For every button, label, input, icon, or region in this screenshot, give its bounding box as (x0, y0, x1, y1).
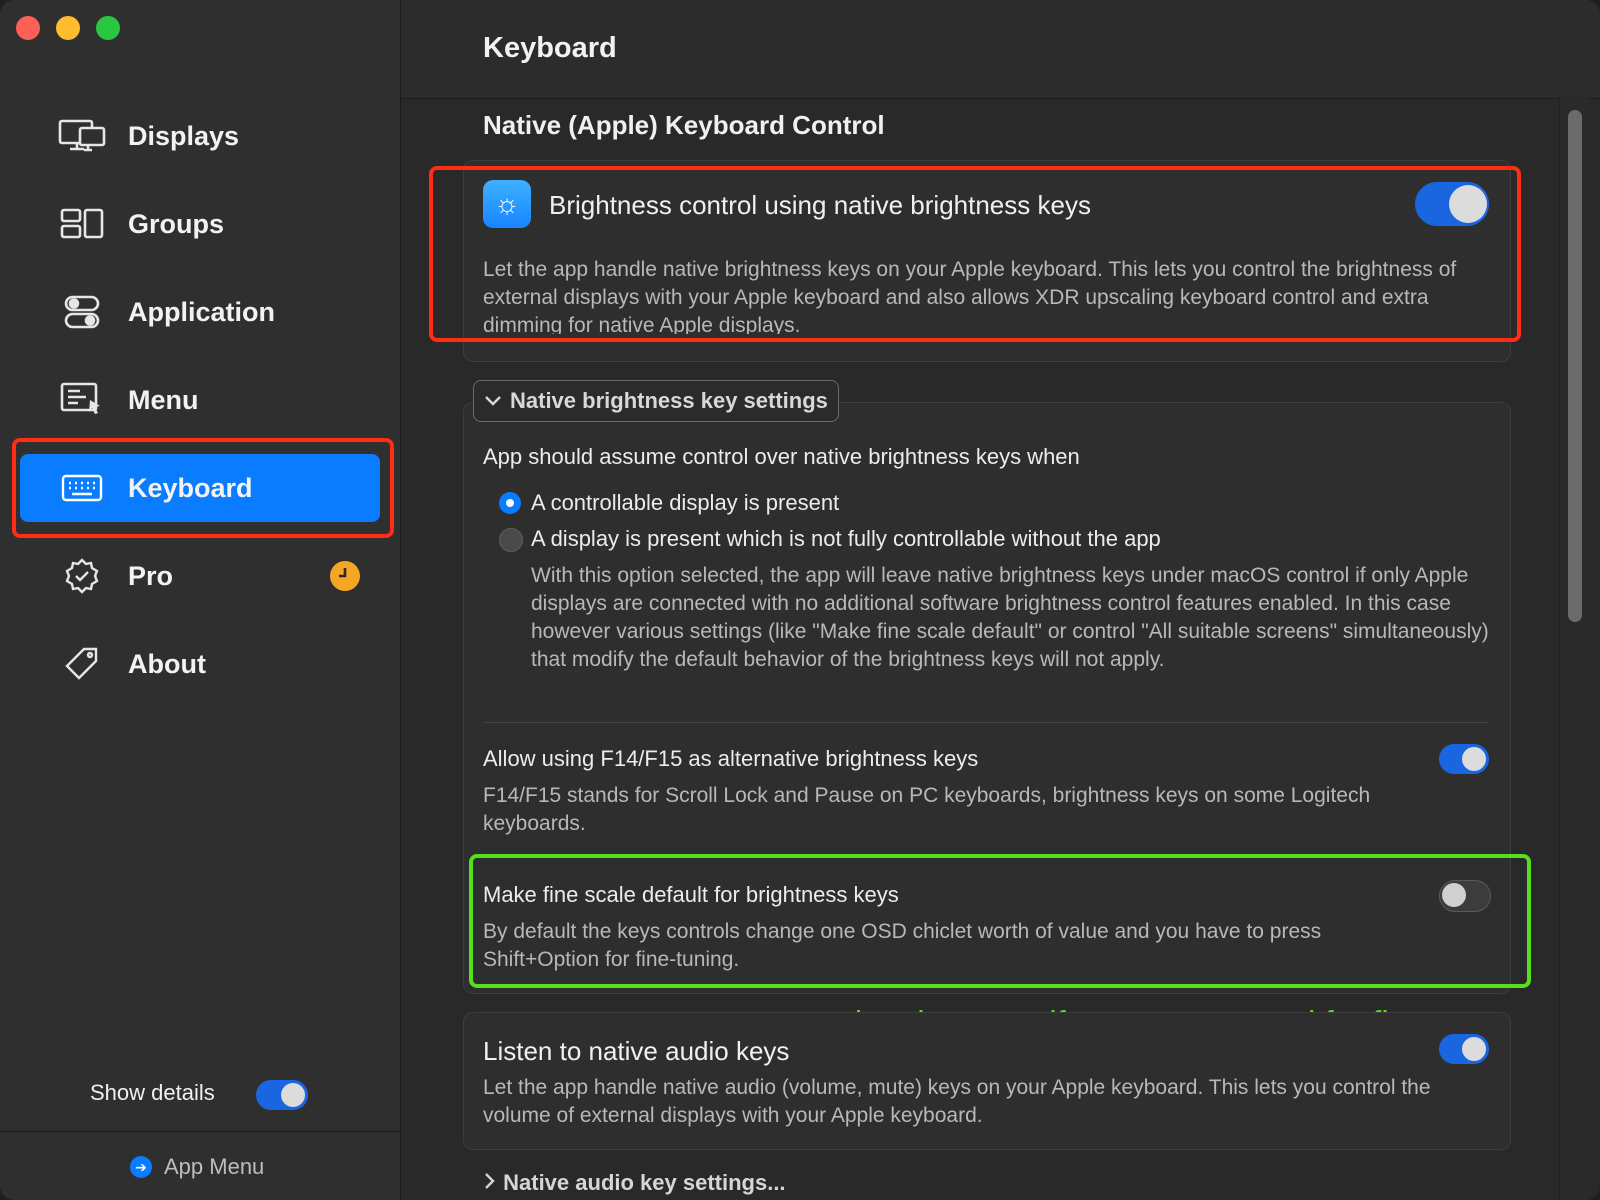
zoom-window-button[interactable] (96, 16, 120, 40)
sidebar: Displays Groups Application Menu Keyboar (0, 0, 401, 1200)
scrollbar[interactable] (1568, 110, 1582, 622)
sidebar-footer: ➔ App Menu (0, 1131, 400, 1200)
option-note: With this option selected, the app will … (531, 564, 1489, 671)
sidebar-item-label: Displays (128, 120, 240, 151)
chevron-right-icon (483, 1170, 503, 1195)
audio-toggle[interactable] (1439, 1034, 1489, 1064)
assume-control-label: App should assume control over native br… (483, 444, 1080, 469)
brightness-settings-disclosure[interactable]: Native brightness key settings (473, 380, 839, 422)
fine-scale-description: By default the keys controls change one … (483, 920, 1322, 971)
show-details-label: Show details (90, 1080, 215, 1105)
sidebar-item-groups[interactable]: Groups (20, 190, 380, 258)
sidebar-item-label: About (128, 648, 206, 679)
sun-icon: ☼ (483, 180, 531, 228)
audio-settings-label: Native audio key settings... (503, 1170, 786, 1195)
f14-toggle[interactable] (1439, 744, 1489, 774)
keyboard-icon (56, 468, 108, 508)
minimize-window-button[interactable] (56, 16, 80, 40)
brightness-settings-header: Native brightness key settings (510, 388, 828, 413)
f14-description: F14/F15 stands for Scroll Lock and Pause… (483, 784, 1371, 835)
toggles-icon (56, 292, 108, 332)
sidebar-item-label: Menu (128, 384, 199, 415)
divider (483, 722, 1489, 723)
verified-badge-icon (56, 556, 108, 596)
page-title: Keyboard (483, 32, 617, 64)
sidebar-item-about[interactable]: About (20, 630, 380, 698)
audio-description: Let the app handle native audio (volume,… (483, 1076, 1431, 1127)
main-header: Keyboard (401, 0, 1600, 99)
brightness-description: Let the app handle native brightness key… (483, 258, 1457, 334)
sidebar-item-label: Groups (128, 208, 225, 239)
groups-icon (56, 204, 108, 244)
sidebar-item-keyboard[interactable]: Keyboard (20, 454, 380, 522)
brightness-title: Brightness control using native brightne… (549, 190, 1091, 220)
app-menu-label: App Menu (164, 1154, 265, 1179)
fine-scale-title: Make fine scale default for brightness k… (483, 882, 899, 907)
sidebar-item-menu[interactable]: Menu (20, 366, 380, 434)
arrow-right-circle-icon: ➔ (130, 1156, 152, 1178)
f14-title: Allow using F14/F15 as alternative brigh… (483, 746, 979, 771)
sidebar-item-label: Keyboard (128, 472, 253, 503)
fine-scale-toggle[interactable] (1439, 880, 1491, 912)
radio-not-fully-controllable[interactable] (499, 528, 523, 552)
chevron-down-icon (484, 391, 502, 412)
clock-badge-icon (330, 561, 360, 591)
radio-label: A controllable display is present (531, 490, 840, 515)
sidebar-item-displays[interactable]: Displays (20, 102, 380, 170)
show-details-toggle[interactable] (256, 1080, 308, 1110)
close-window-button[interactable] (16, 16, 40, 40)
sidebar-item-pro[interactable]: Pro (20, 542, 380, 610)
menu-icon (56, 380, 108, 420)
app-menu-button[interactable]: ➔ App Menu (130, 1154, 264, 1180)
app-window: Displays Groups Application Menu Keyboar (0, 0, 1600, 1200)
sidebar-item-label: Application (128, 296, 275, 327)
main-content: Keyboard Native (Apple) Keyboard Control… (401, 0, 1600, 1200)
sidebar-item-application[interactable]: Application (20, 278, 380, 346)
audio-title: Listen to native audio keys (483, 1036, 790, 1066)
section-title: Native (Apple) Keyboard Control (483, 110, 885, 140)
brightness-description-clip: Let the app handle native brightness key… (483, 256, 1483, 334)
displays-icon (56, 116, 108, 156)
tag-icon (56, 644, 108, 684)
audio-settings-disclosure[interactable]: Native audio key settings... (483, 1170, 786, 1196)
brightness-toggle[interactable] (1415, 182, 1489, 226)
radio-controllable-display[interactable] (499, 492, 521, 514)
radio-label: A display is present which is not fully … (531, 526, 1161, 551)
sidebar-item-label: Pro (128, 560, 174, 591)
